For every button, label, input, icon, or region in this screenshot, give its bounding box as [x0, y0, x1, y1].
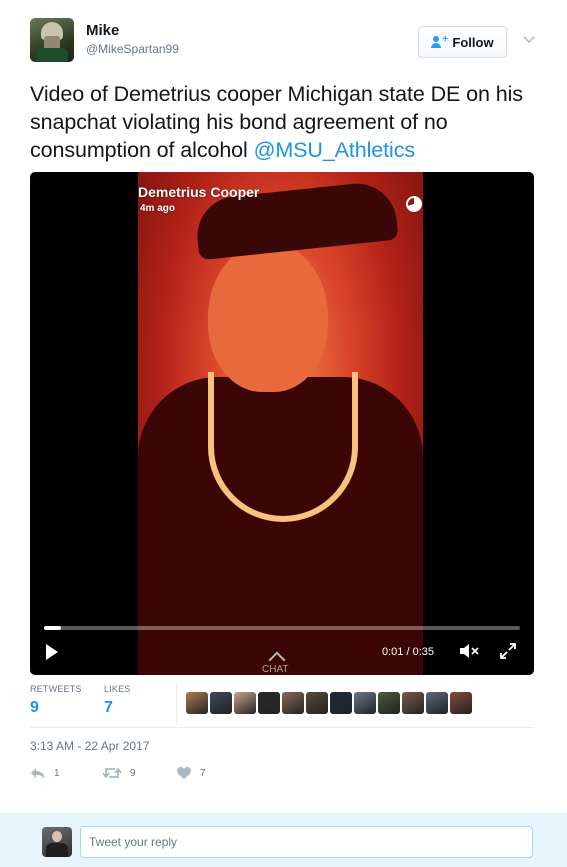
reply-count: 1 — [54, 767, 60, 779]
follow-button[interactable]: + Follow — [418, 26, 507, 58]
frame-chain — [208, 372, 358, 522]
frame-head — [208, 242, 328, 392]
likes-stat[interactable]: LIKES 7 — [104, 684, 131, 717]
retweet-count: 9 — [130, 767, 136, 779]
author-handle[interactable]: @MikeSpartan99 — [86, 42, 179, 56]
video-player[interactable]: Demetrius Cooper 4m ago CHAT 0:01 / 0:35 — [30, 172, 534, 675]
viewer-avatar-body — [46, 843, 68, 857]
liker-avatar[interactable] — [426, 692, 448, 714]
liker-avatars — [186, 692, 472, 716]
liker-avatar[interactable] — [186, 692, 208, 714]
author-name[interactable]: Mike — [86, 22, 119, 39]
snap-timer-icon — [406, 196, 422, 212]
retweet-action[interactable]: 9 — [102, 766, 136, 780]
snap-username: Demetrius Cooper — [138, 184, 260, 200]
likes-value: 7 — [104, 699, 113, 716]
video-progress-bar[interactable] — [44, 626, 520, 630]
retweets-label: RETWEETS — [30, 684, 82, 694]
snap-time: 4m ago — [140, 203, 176, 214]
chevron-down-icon[interactable] — [522, 32, 536, 46]
fullscreen-icon[interactable] — [499, 642, 517, 660]
viewer-avatar — [42, 827, 72, 857]
video-progress-fill — [44, 626, 61, 630]
liker-avatar[interactable] — [234, 692, 256, 714]
liker-avatar[interactable] — [330, 692, 352, 714]
liker-avatar[interactable] — [258, 692, 280, 714]
reply-bar — [0, 813, 567, 867]
liker-avatar[interactable] — [354, 692, 376, 714]
tweet-text: Video of Demetrius cooper Michigan state… — [30, 80, 540, 164]
retweets-stat[interactable]: RETWEETS 9 — [30, 684, 82, 717]
stats-divider — [176, 684, 177, 724]
mute-icon[interactable] — [458, 642, 480, 660]
retweets-value: 9 — [30, 699, 39, 716]
like-count: 7 — [200, 767, 206, 779]
liker-avatar[interactable] — [210, 692, 232, 714]
video-frame — [138, 172, 423, 675]
liker-avatar[interactable] — [450, 692, 472, 714]
tweet-stats: RETWEETS 9 LIKES 7 — [30, 684, 534, 728]
avatar-body — [36, 48, 68, 62]
retweet-icon — [102, 767, 122, 779]
liker-avatar[interactable] — [282, 692, 304, 714]
follow-user-icon: + — [431, 34, 448, 48]
heart-icon — [177, 767, 191, 779]
author-avatar[interactable] — [30, 18, 74, 62]
chat-label: CHAT — [262, 664, 289, 675]
viewer-avatar-head — [52, 831, 62, 842]
likes-label: LIKES — [104, 684, 131, 694]
reply-input[interactable] — [80, 826, 533, 858]
mention-link[interactable]: @MSU_Athletics — [254, 138, 416, 162]
liker-avatar[interactable] — [306, 692, 328, 714]
like-action[interactable]: 7 — [176, 766, 206, 780]
tweet-header: Mike @MikeSpartan99 + Follow — [30, 18, 537, 66]
liker-avatar[interactable] — [402, 692, 424, 714]
video-time-readout: 0:01 / 0:35 — [382, 646, 434, 658]
play-icon[interactable] — [46, 644, 58, 660]
reply-action[interactable]: 1 — [30, 766, 60, 780]
follow-label: Follow — [452, 34, 494, 50]
reply-icon — [31, 768, 45, 779]
tweet-timestamp[interactable]: 3:13 AM - 22 Apr 2017 — [30, 739, 149, 753]
liker-avatar[interactable] — [378, 692, 400, 714]
